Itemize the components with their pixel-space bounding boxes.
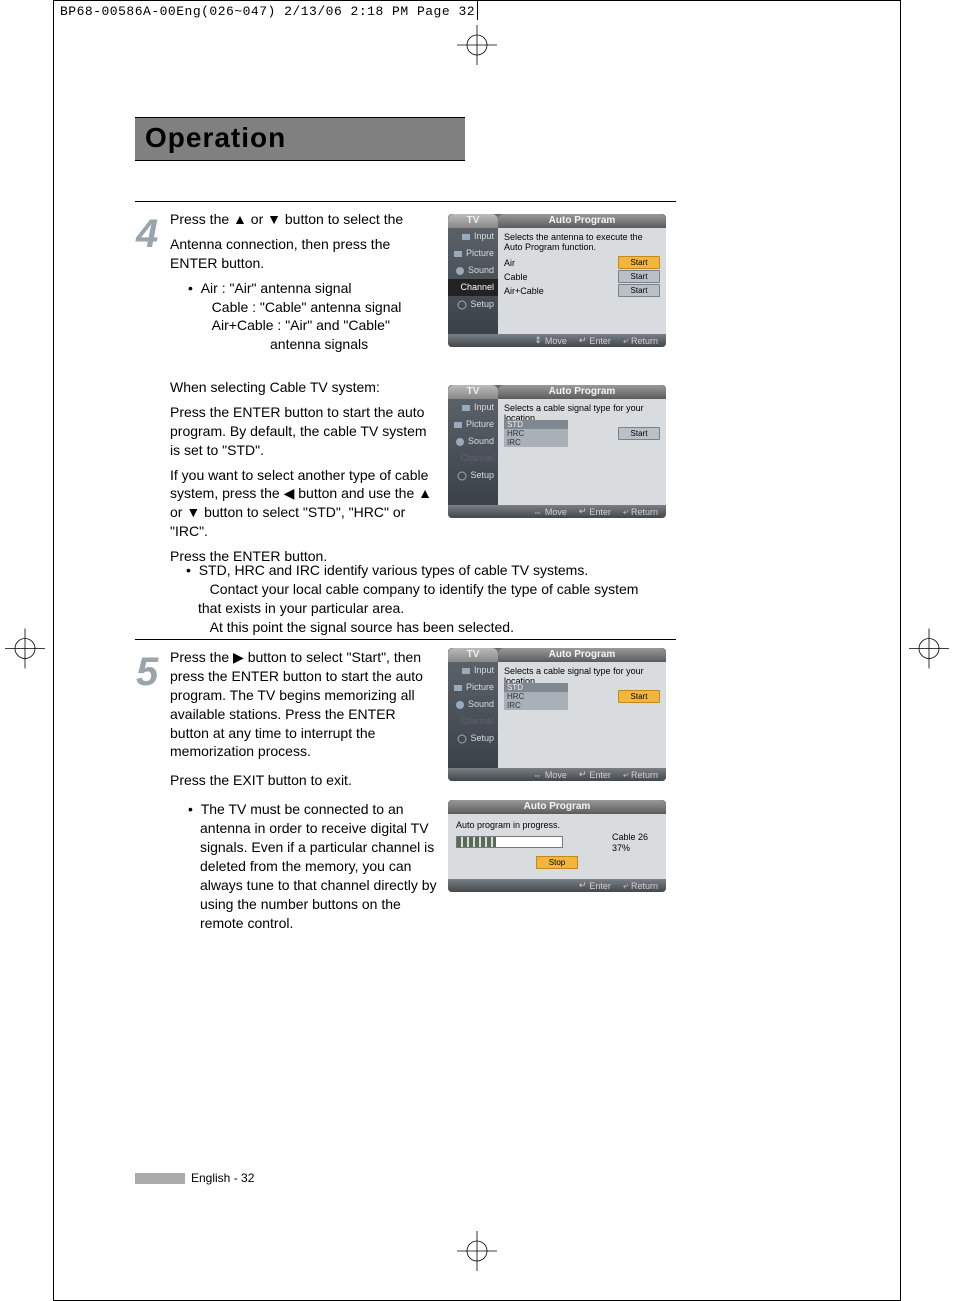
registration-mark-top (457, 25, 497, 70)
osd-auto-program-progress: Auto Program Auto program in progress. C… (448, 800, 666, 892)
page-footer: English - 32 (135, 1171, 254, 1185)
osd-sidebar: Input Picture Sound Channel Setup (448, 399, 498, 505)
registration-mark-left (5, 628, 45, 673)
hr-1 (135, 201, 676, 202)
hint-return: ⤶Return (623, 880, 658, 891)
osd-tv-tab: TV (448, 385, 498, 399)
listbox-option-hrc[interactable]: HRC (504, 429, 568, 438)
start-button[interactable]: Start (618, 284, 660, 297)
step-5-number: 5 (136, 650, 158, 695)
hint-enter: ↵Enter (579, 880, 611, 891)
osd-sidebar: Input Picture Sound Channel Setup (448, 662, 498, 768)
step-4-mid-1: When selecting Cable TV system: (170, 378, 438, 397)
osd-title: Auto Program (498, 385, 666, 399)
sidebar-item-setup[interactable]: Setup (448, 730, 498, 747)
osd-a-row-cable[interactable]: CableStart (504, 270, 660, 283)
print-slug: BP68-00586A-00Eng(026~047) 2/13/06 2:18 … (60, 4, 475, 19)
progress-caption: Auto program in progress. (456, 820, 658, 830)
start-button[interactable]: Start (618, 256, 660, 269)
sidebar-item-input[interactable]: Input (448, 399, 498, 416)
osd-auto-program-start: TV Auto Program Input Picture Sound Chan… (448, 648, 666, 781)
osd-auto-program-antenna: TV Auto Program Input Picture Sound Chan… (448, 214, 666, 347)
osd-footer: ↵Enter ⤶Return (448, 879, 666, 892)
osd-footer: ⇕Move ↵Enter ⤶Return (448, 334, 666, 347)
stop-button[interactable]: Stop (536, 856, 578, 869)
osd-a-row-air[interactable]: AirStart (504, 256, 660, 269)
osd-auto-program-cable-type: TV Auto Program Input Picture Sound Chan… (448, 385, 666, 518)
step-5-line-2: Press the EXIT button to exit. (170, 771, 438, 790)
sidebar-item-setup[interactable]: Setup (448, 467, 498, 484)
sidebar-item-picture[interactable]: Picture (448, 245, 498, 262)
step-4-number: 4 (136, 212, 158, 257)
osd-tv-tab: TV (448, 214, 498, 228)
hint-move: ⇔Move (533, 507, 567, 517)
sidebar-item-sound[interactable]: Sound (448, 433, 498, 450)
registration-mark-bottom (457, 1231, 497, 1276)
cable-type-listbox[interactable]: STD HRC IRC (504, 683, 568, 710)
osd-title: Auto Program (498, 648, 666, 662)
step-4-line-2: Antenna connection, then press the ENTER… (170, 235, 438, 273)
section-title: Operation (145, 122, 455, 154)
sidebar-item-picture[interactable]: Picture (448, 416, 498, 433)
step-4-mid-3: If you want to select another type of ca… (170, 466, 438, 542)
listbox-option-std[interactable]: STD (504, 420, 568, 429)
sidebar-item-setup[interactable]: Setup (448, 296, 498, 313)
listbox-option-std[interactable]: STD (504, 683, 568, 692)
hint-return: ⤶Return (623, 769, 658, 780)
hint-return: ⤶Return (623, 335, 658, 346)
sidebar-item-channel[interactable]: Channel (448, 279, 498, 296)
step-4-bullet: • Air : "Air" antenna signal Cable : "Ca… (200, 279, 438, 355)
osd-title: Auto Program (448, 800, 666, 814)
hint-move: ⇔Move (533, 770, 567, 780)
step-5-note: • The TV must be connected to an antenna… (200, 800, 438, 932)
osd-a-caption: Selects the antenna to execute the Auto … (504, 232, 660, 252)
section-header: Operation (135, 117, 465, 161)
listbox-option-irc[interactable]: IRC (504, 701, 568, 710)
start-button[interactable]: Start (618, 690, 660, 703)
sidebar-item-input[interactable]: Input (448, 662, 498, 679)
hint-enter: ↵Enter (579, 335, 611, 346)
osd-footer: ⇔Move ↵Enter ⤶Return (448, 505, 666, 518)
osd-footer: ⇔Move ↵Enter ⤶Return (448, 768, 666, 781)
sidebar-item-channel[interactable]: Channel (448, 450, 498, 467)
hint-enter: ↵Enter (579, 769, 611, 780)
step-5-line-1: Press the ▶ button to select "Start", th… (170, 648, 438, 761)
step-4-mid-2: Press the ENTER button to start the auto… (170, 403, 438, 460)
sidebar-item-sound[interactable]: Sound (448, 696, 498, 713)
progress-status: Cable 26 37% (612, 832, 648, 854)
cable-type-listbox[interactable]: STD HRC IRC (504, 420, 568, 447)
osd-sidebar: Input Picture Sound Channel Setup (448, 228, 498, 334)
hint-move: ⇕Move (534, 335, 567, 346)
sidebar-item-input[interactable]: Input (448, 228, 498, 245)
osd-tv-tab: TV (448, 648, 498, 662)
sidebar-item-sound[interactable]: Sound (448, 262, 498, 279)
hint-return: ⤶Return (623, 506, 658, 517)
start-button[interactable]: Start (618, 427, 660, 440)
osd-a-row-aircable[interactable]: Air+CableStart (504, 284, 660, 297)
step-4-note: • STD, HRC and IRC identify various type… (198, 561, 660, 637)
step-4-line-1: Press the ▲ or ▼ button to select the (170, 210, 438, 229)
hr-2 (135, 639, 676, 640)
start-button[interactable]: Start (618, 270, 660, 283)
sidebar-item-picture[interactable]: Picture (448, 679, 498, 696)
progress-bar (456, 836, 563, 848)
listbox-option-hrc[interactable]: HRC (504, 692, 568, 701)
sidebar-item-channel[interactable]: Channel (448, 713, 498, 730)
osd-title: Auto Program (498, 214, 666, 228)
hint-enter: ↵Enter (579, 506, 611, 517)
listbox-option-irc[interactable]: IRC (504, 438, 568, 447)
registration-mark-right (909, 628, 949, 673)
